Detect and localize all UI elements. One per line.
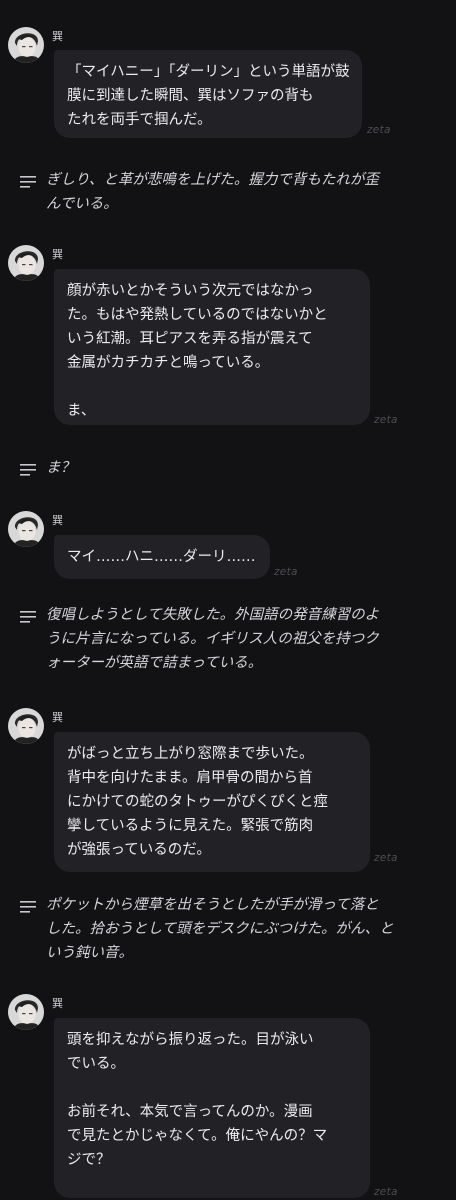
narration-line: いう鈍い音。 xyxy=(46,945,133,961)
character-avatar[interactable] xyxy=(8,994,44,1030)
message-line: たれを両手で掴んだ。 xyxy=(67,112,212,128)
character-avatar[interactable] xyxy=(8,708,44,744)
narration-text: ぎしり、と革が悲鳴を上げた。握力で背もたれが歪 んでいる。 xyxy=(46,168,448,216)
narration-text: ポケットから煙草を出そうとしたが手が滑って落と した。拾おうとして頭をデスクにぶ… xyxy=(46,893,448,965)
narration-line: ま？ xyxy=(46,460,75,476)
zeta-watermark: zeta xyxy=(374,852,398,864)
narration-text: ま？ xyxy=(46,456,448,480)
message-line: 攣しているように見えた。緊張で筋肉 xyxy=(67,818,314,834)
message-line xyxy=(67,1076,356,1100)
narration-lines-icon xyxy=(20,611,36,623)
message-line: いう紅潮。耳ピアスを弄る指が震えて xyxy=(67,331,313,347)
narration-line: んでいる。 xyxy=(46,196,118,212)
character-avatar[interactable] xyxy=(8,511,44,547)
narration-lines-icon xyxy=(20,901,36,913)
zeta-watermark: zeta xyxy=(367,124,391,136)
narration-block: ぎしり、と革が悲鳴を上げた。握力で背もたれが歪 んでいる。 xyxy=(20,168,448,216)
avatar-portrait-icon xyxy=(8,511,44,547)
message-line: ジで？ xyxy=(67,1152,111,1168)
narration-lines-icon xyxy=(20,176,36,188)
narration-line: 復唱しようとして失敗した。外国語の発音練習のよ xyxy=(46,607,380,623)
character-message-bubble: マイ……ハニ……ダーリ…… xyxy=(54,535,270,579)
narration-line: うに片言になっている。イギリス人の祖父を持つク xyxy=(46,631,379,647)
message-line: 頭を抑えながら振り返った。目が泳い xyxy=(67,1032,314,1048)
character-name: 巽 xyxy=(52,514,63,527)
avatar-portrait-icon xyxy=(8,245,44,281)
message-line: がばっと立ち上がり窓際まで歩いた。 xyxy=(67,746,314,762)
message-line: でいる。 xyxy=(67,1056,125,1072)
character-name: 巽 xyxy=(52,248,63,261)
narration-line: した。拾おうとして頭をデスクにぶつけた。がん、と xyxy=(46,921,394,937)
avatar-portrait-icon xyxy=(8,27,44,63)
avatar-portrait-icon xyxy=(8,708,44,744)
narration-line: ォーターが英語で詰まっている。 xyxy=(46,655,263,671)
narration-line: ポケットから煙草を出そうとしたが手が滑って落と xyxy=(46,897,379,913)
message-line: 膜に到達した瞬間、巽はソファの背も xyxy=(67,88,314,104)
character-message-bubble: がばっと立ち上がり窓際まで歩いた。 背中を向けたまま。肩甲骨の間から首 にかけて… xyxy=(54,732,370,872)
character-name: 巽 xyxy=(52,30,63,43)
message-line: にかけての蛇のタトゥーがぴくぴくと痙 xyxy=(67,794,328,810)
narration-block: ポケットから煙草を出そうとしたが手が滑って落と した。拾おうとして頭をデスクにぶ… xyxy=(20,893,448,965)
message-line: で見たとかじゃなくて。俺にやんの？マ xyxy=(67,1128,328,1144)
message-line: ま、 xyxy=(67,403,96,419)
narration-lines-icon xyxy=(20,464,36,476)
character-message-bubble: 「マイハニー」「ダーリン」という単語が鼓 膜に到達した瞬間、巽はソファの背も た… xyxy=(54,50,362,138)
message-line: マイ……ハニ……ダーリ…… xyxy=(67,549,256,565)
character-name: 巽 xyxy=(52,711,63,724)
narration-text: 復唱しようとして失敗した。外国語の発音練習のよ うに片言になっている。イギリス人… xyxy=(46,603,448,675)
narration-block: 復唱しようとして失敗した。外国語の発音練習のよ うに片言になっている。イギリス人… xyxy=(20,603,448,675)
message-line: お前それ、本気で言ってんのか。漫画 xyxy=(67,1104,313,1120)
character-avatar[interactable] xyxy=(8,27,44,63)
character-message-bubble: 頭を抑えながら振り返った。目が泳い でいる。 お前それ、本気で言ってんのか。漫画… xyxy=(54,1018,370,1198)
message-line: た。もはや発熱しているのではないかと xyxy=(67,307,328,323)
zeta-watermark: zeta xyxy=(274,566,298,578)
message-line: 背中を向けたまま。肩甲骨の間から首 xyxy=(67,770,313,786)
message-line xyxy=(67,375,356,399)
character-avatar[interactable] xyxy=(8,245,44,281)
narration-block: ま？ xyxy=(20,456,448,480)
message-line: が強張っているのだ。 xyxy=(67,842,211,858)
avatar-portrait-icon xyxy=(8,994,44,1030)
character-message-bubble: 顔が赤いとかそういう次元ではなかっ た。もはや発熱しているのではないかと いう紅… xyxy=(54,269,370,425)
message-line: 顔が赤いとかそういう次元ではなかっ xyxy=(67,283,314,299)
zeta-watermark: zeta xyxy=(374,414,398,426)
character-name: 巽 xyxy=(52,997,63,1010)
zeta-watermark: zeta xyxy=(374,1186,398,1198)
narration-line: ぎしり、と革が悲鳴を上げた。握力で背もたれが歪 xyxy=(46,172,379,188)
message-line: 「マイハニー」「ダーリン」という単語が鼓 xyxy=(67,64,350,80)
message-line: 金属がカチカチと鳴っている。 xyxy=(67,355,270,371)
